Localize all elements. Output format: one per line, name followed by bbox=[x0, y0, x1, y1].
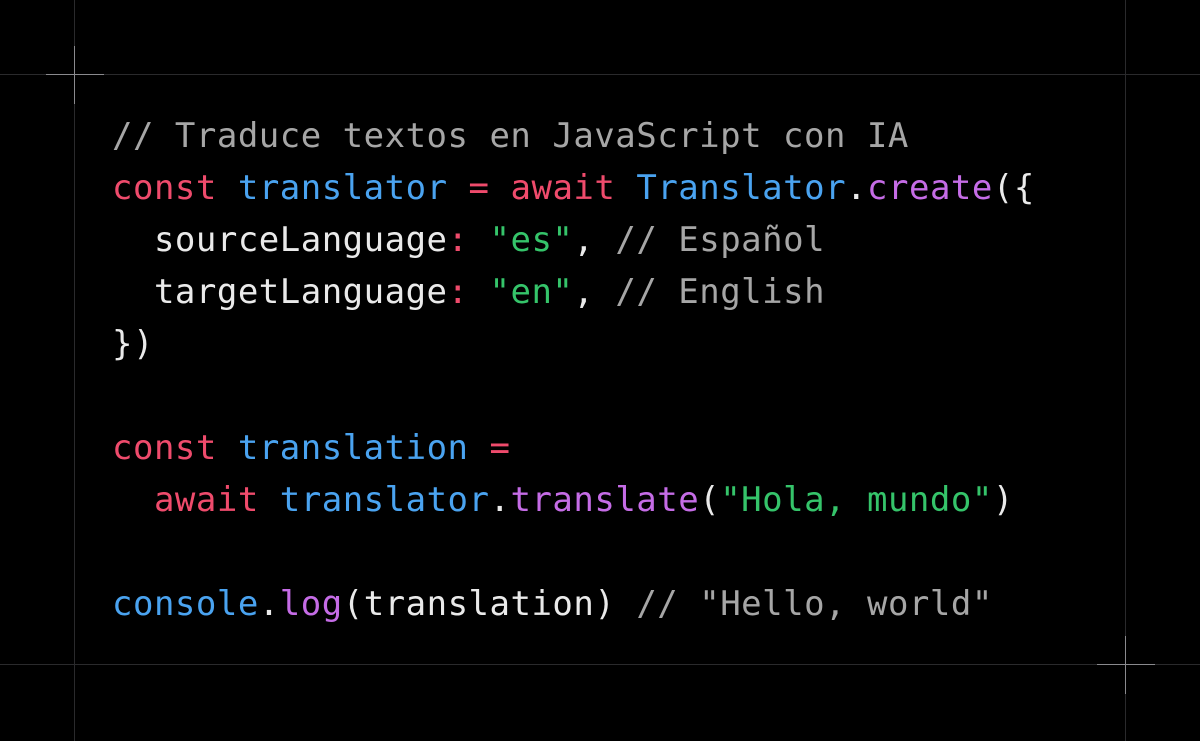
code-comment: // English bbox=[615, 272, 826, 312]
code-class-name: Translator bbox=[636, 168, 847, 208]
code-punctuation: ({ bbox=[992, 168, 1035, 208]
crosshair-top-left-icon bbox=[46, 46, 104, 104]
code-keyword: const bbox=[112, 428, 217, 468]
code-string: "es" bbox=[489, 220, 574, 260]
code-punctuation: ( bbox=[699, 480, 721, 520]
code-keyword: const bbox=[112, 168, 217, 208]
guide-line-top bbox=[0, 74, 1200, 75]
guide-line-left bbox=[74, 0, 75, 741]
code-string: "en" bbox=[489, 272, 574, 312]
code-operator: : bbox=[447, 272, 469, 312]
crosshair-bottom-right-icon bbox=[1097, 636, 1155, 694]
guide-line-bottom bbox=[0, 664, 1200, 665]
code-identifier: translator bbox=[237, 168, 448, 208]
code-identifier: translation bbox=[237, 428, 469, 468]
code-identifier: translator bbox=[279, 480, 490, 520]
code-line-8: await translator.translate("Hola, mundo"… bbox=[112, 474, 1035, 526]
code-comment: // Español bbox=[615, 220, 826, 260]
code-punctuation: ( bbox=[342, 584, 364, 624]
code-operator: : bbox=[447, 220, 469, 260]
code-method: translate bbox=[510, 480, 700, 520]
code-argument: translation bbox=[363, 584, 595, 624]
code-punctuation: , bbox=[573, 272, 595, 312]
code-punctuation: . bbox=[846, 168, 868, 208]
code-punctuation: . bbox=[258, 584, 280, 624]
code-comment: // Traduce textos en JavaScript con IA bbox=[112, 116, 909, 156]
code-line-5: }) bbox=[112, 318, 1035, 370]
code-method: log bbox=[279, 584, 343, 624]
code-line-2: const translator = await Translator.crea… bbox=[112, 162, 1035, 214]
code-block: // Traduce textos en JavaScript con IA c… bbox=[112, 110, 1035, 630]
code-line-3: sourceLanguage: "es", // Español bbox=[112, 214, 1035, 266]
code-punctuation: , bbox=[573, 220, 595, 260]
code-line-10: console.log(translation) // "Hello, worl… bbox=[112, 578, 1035, 630]
code-punctuation: ) bbox=[992, 480, 1014, 520]
code-property: sourceLanguage bbox=[153, 220, 448, 260]
code-line-1: // Traduce textos en JavaScript con IA bbox=[112, 110, 1035, 162]
code-string: "Hola, mundo" bbox=[720, 480, 993, 520]
code-operator: = bbox=[489, 428, 511, 468]
code-comment: // "Hello, world" bbox=[636, 584, 993, 624]
code-operator: = bbox=[468, 168, 490, 208]
guide-line-right bbox=[1125, 0, 1126, 741]
code-punctuation: . bbox=[489, 480, 511, 520]
code-keyword: await bbox=[510, 168, 616, 208]
code-keyword: await bbox=[153, 480, 259, 520]
code-property: targetLanguage bbox=[153, 272, 448, 312]
code-punctuation: ) bbox=[594, 584, 616, 624]
code-identifier: console bbox=[112, 584, 259, 624]
code-line-7: const translation = bbox=[112, 422, 1035, 474]
code-punctuation: }) bbox=[112, 324, 154, 364]
code-method: create bbox=[867, 168, 993, 208]
code-line-4: targetLanguage: "en", // English bbox=[112, 266, 1035, 318]
